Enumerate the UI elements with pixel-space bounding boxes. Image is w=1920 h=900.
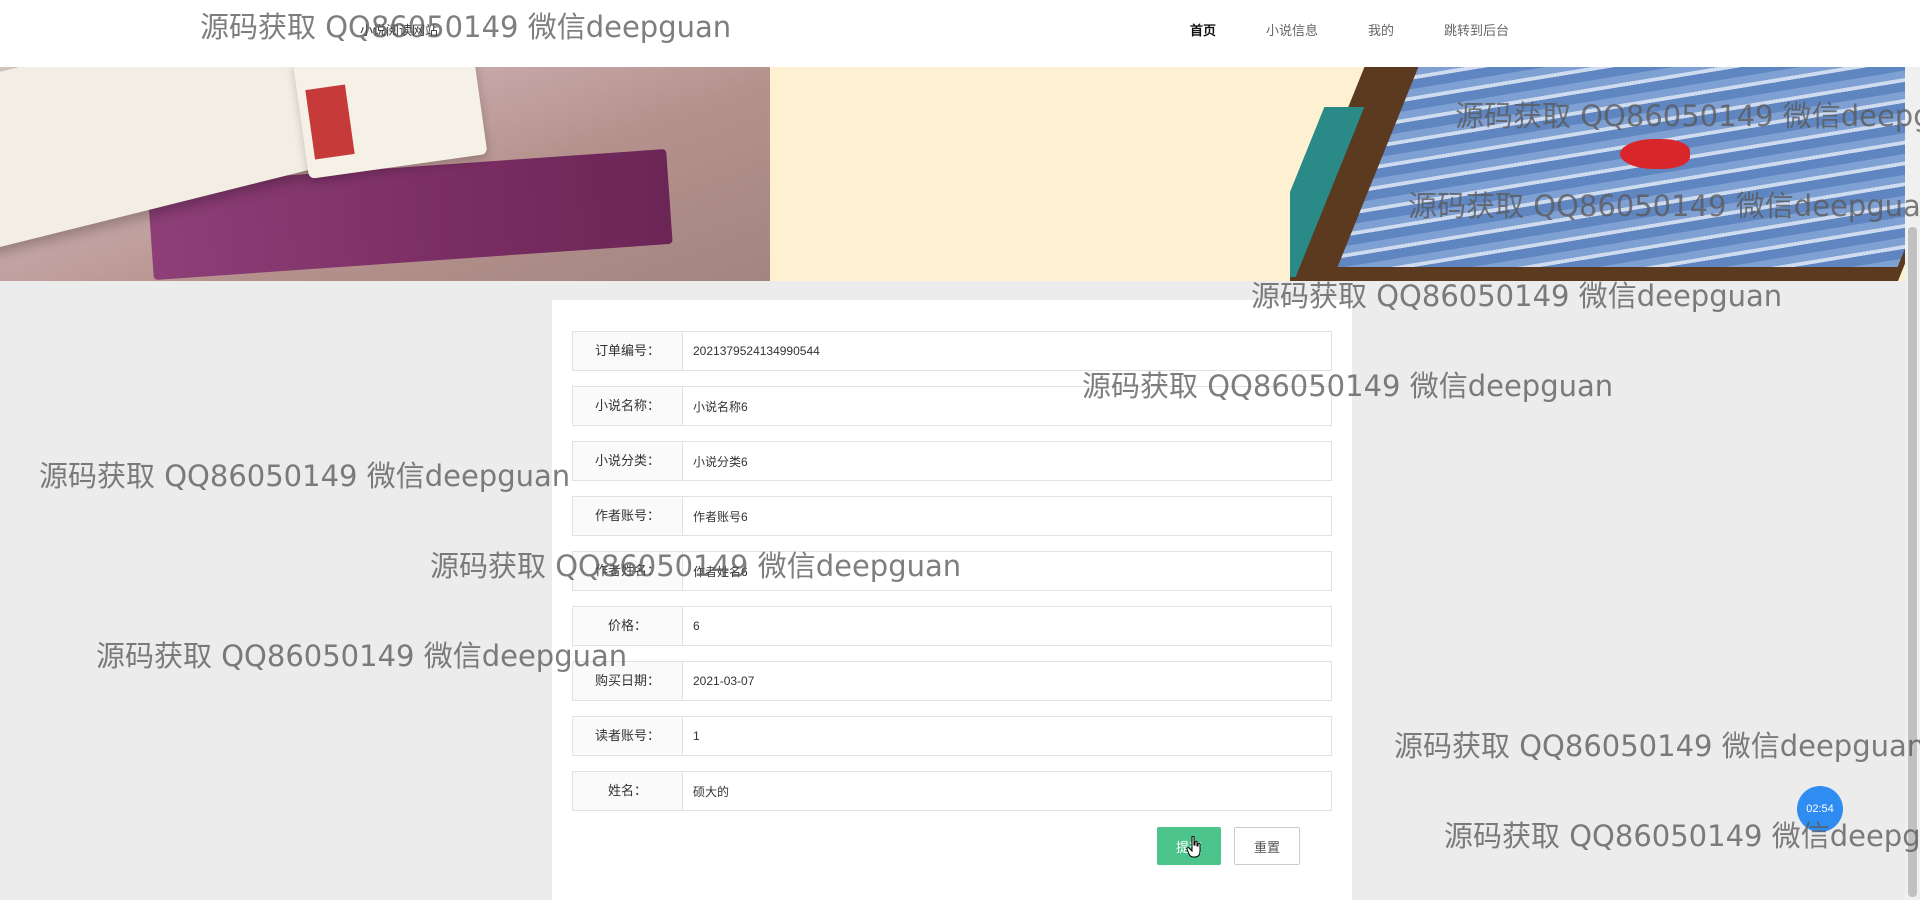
page-scrollbar[interactable] (1905, 67, 1920, 900)
watermark-text: 源码获取 QQ86050149 微信deepguan (1444, 819, 1920, 853)
banner-carousel[interactable] (0, 67, 1905, 281)
site-title[interactable]: 小说阅读网站 (360, 20, 438, 39)
form-row-name: 姓名： (572, 771, 1332, 811)
nav-mine[interactable]: 我的 (1368, 20, 1394, 39)
order-number-input[interactable] (683, 332, 1331, 370)
timer-badge[interactable]: 02:54 (1797, 786, 1843, 832)
banner-image-plain (770, 67, 1330, 281)
name-input[interactable] (683, 772, 1331, 810)
top-header: 小说阅读网站 首页 小说信息 我的 跳转到后台 (0, 0, 1920, 67)
purchase-date-label: 购买日期： (573, 662, 683, 700)
novel-name-label: 小说名称： (573, 387, 683, 425)
nav-novel-info[interactable]: 小说信息 (1266, 20, 1318, 39)
banner-image-books (0, 67, 770, 281)
author-account-input[interactable] (683, 497, 1331, 535)
form-row-novel-category: 小说分类： (572, 441, 1332, 481)
reset-button[interactable]: 重置 (1234, 827, 1300, 865)
novel-name-input[interactable] (683, 387, 1331, 425)
form-row-price: 价格： (572, 606, 1332, 646)
author-account-label: 作者账号： (573, 497, 683, 535)
nav-home[interactable]: 首页 (1190, 20, 1216, 39)
form-row-author-name: 作者姓名： (572, 551, 1332, 591)
hand-pointer-icon (1186, 836, 1201, 858)
novel-category-input[interactable] (683, 442, 1331, 480)
reader-account-label: 读者账号： (573, 717, 683, 755)
nav-admin[interactable]: 跳转到后台 (1444, 20, 1509, 39)
form-row-reader-account: 读者账号： (572, 716, 1332, 756)
main-nav: 首页 小说信息 我的 跳转到后台 (1190, 20, 1559, 39)
purchase-date-input[interactable] (683, 662, 1331, 700)
order-number-label: 订单编号： (573, 332, 683, 370)
watermark-text: 源码获取 QQ86050149 微信deepguan (39, 459, 571, 493)
name-label: 姓名： (573, 772, 683, 810)
form-row-novel-name: 小说名称： (572, 386, 1332, 426)
author-name-input[interactable] (683, 552, 1331, 590)
novel-category-label: 小说分类： (573, 442, 683, 480)
price-input[interactable] (683, 607, 1331, 645)
form-row-author-account: 作者账号： (572, 496, 1332, 536)
form-row-order-number: 订单编号： (572, 331, 1332, 371)
watermark-text: 源码获取 QQ86050149 微信deepguan (1394, 729, 1920, 763)
form-row-purchase-date: 购买日期： (572, 661, 1332, 701)
author-name-label: 作者姓名： (573, 552, 683, 590)
order-detail-form: 订单编号： 小说名称： 小说分类： 作者账号： 作者姓名： 价格： 购买日期： … (552, 300, 1352, 900)
reader-account-input[interactable] (683, 717, 1331, 755)
price-label: 价格： (573, 607, 683, 645)
scrollbar-thumb[interactable] (1908, 227, 1917, 897)
watermark-text: 源码获取 QQ86050149 微信deepguan (96, 639, 628, 673)
banner-image-fish-book (1290, 67, 1905, 281)
